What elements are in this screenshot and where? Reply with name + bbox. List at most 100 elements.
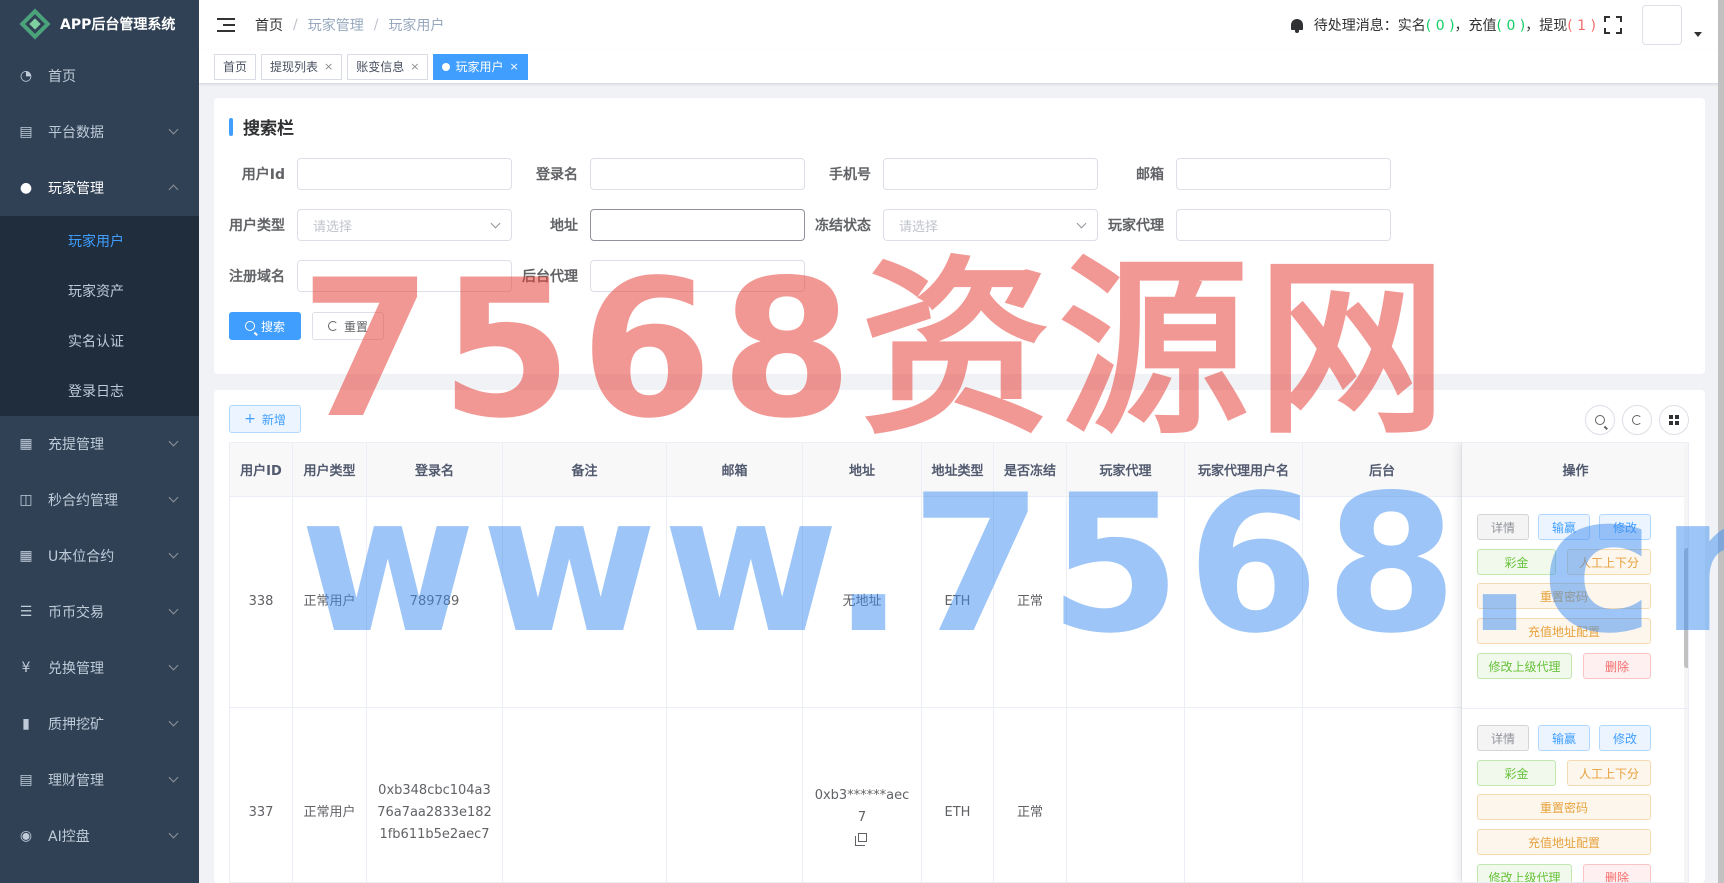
col-header-address-type[interactable]: 地址类型 xyxy=(922,443,994,497)
close-icon[interactable]: × xyxy=(324,55,333,79)
bonus-button[interactable]: 彩金 xyxy=(1477,549,1556,575)
sidebar-item-ai-control[interactable]: ◉ AI控盘 xyxy=(0,808,199,864)
caret-down-icon[interactable] xyxy=(1694,31,1702,37)
columns-button[interactable] xyxy=(1659,405,1689,435)
user-id-input[interactable] xyxy=(297,158,512,190)
phone-input[interactable] xyxy=(883,158,1098,190)
chevron-down-icon xyxy=(168,124,179,135)
detail-button[interactable]: 详情 xyxy=(1477,514,1529,540)
col-header-address[interactable]: 地址 xyxy=(803,443,922,497)
manual-adjust-button[interactable]: 人工上下分 xyxy=(1567,549,1651,575)
reg-domain-input[interactable] xyxy=(297,260,512,292)
refresh-table-button[interactable] xyxy=(1622,405,1652,435)
reset-password-button[interactable]: 重置密码 xyxy=(1477,794,1651,820)
delete-button[interactable]: 删除 xyxy=(1583,864,1651,882)
sidebar-item-spot-trading[interactable]: ☰ 币币交易 xyxy=(0,584,199,640)
login-name-input[interactable] xyxy=(590,158,805,190)
edit-button[interactable]: 修改 xyxy=(1599,514,1651,540)
add-button[interactable]: + 新增 xyxy=(229,405,301,433)
realname-count[interactable]: ( 0 ) xyxy=(1426,18,1455,34)
freeze-status-select[interactable]: 请选择 xyxy=(883,209,1098,241)
cell-value: 无地址 xyxy=(842,594,882,609)
table-scrollbar[interactable] xyxy=(1684,443,1688,882)
tab-withdraw-list[interactable]: 提现列表 × xyxy=(261,53,343,80)
user-icon: ● xyxy=(19,180,33,196)
col-header-player-agent[interactable]: 玩家代理 xyxy=(1067,443,1185,497)
sidebar-item-u-contract[interactable]: ▦ U本位合约 xyxy=(0,528,199,584)
reset-button[interactable]: 重置 xyxy=(312,312,384,340)
email-input[interactable] xyxy=(1176,158,1391,190)
chevron-down-icon xyxy=(168,436,179,447)
search-button[interactable]: 搜索 xyxy=(229,312,301,340)
notice-withdraw[interactable]: 提现 xyxy=(1539,18,1567,34)
bonus-button[interactable]: 彩金 xyxy=(1477,760,1556,786)
sidebar-item-label: 兑换管理 xyxy=(48,661,104,677)
sidebar-item-wealth[interactable]: ▤ 理财管理 xyxy=(0,752,199,808)
col-header-frozen[interactable]: 是否冻结 xyxy=(994,443,1067,497)
table-cell-user-id: 338 xyxy=(230,497,293,708)
sidebar-item-staking-mining[interactable]: ▮ 质押挖矿 xyxy=(0,696,199,752)
recharge-address-button[interactable]: 充值地址配置 xyxy=(1477,829,1651,855)
detail-button[interactable]: 详情 xyxy=(1477,725,1529,751)
app-logo[interactable]: APP后台管理系统 xyxy=(0,0,199,48)
col-header-player-agent-name[interactable]: 玩家代理用户名 xyxy=(1185,443,1303,497)
sidebar-item-platform-data[interactable]: ▤ 平台数据 xyxy=(0,104,199,160)
tab-account-change[interactable]: 账变信息 × xyxy=(347,53,429,80)
sidebar-item-home[interactable]: ◔ 首页 xyxy=(0,48,199,104)
address-input[interactable] xyxy=(590,209,805,241)
toggle-search-button[interactable] xyxy=(1585,405,1615,435)
notice-realname[interactable]: 实名 xyxy=(1398,18,1426,34)
manual-adjust-button[interactable]: 人工上下分 xyxy=(1567,760,1651,786)
breadcrumb-home[interactable]: 首页 xyxy=(255,15,283,35)
hamburger-icon[interactable] xyxy=(217,18,235,32)
backend-agent-input[interactable] xyxy=(590,260,805,292)
col-header-remark[interactable]: 备注 xyxy=(503,443,667,497)
recharge-count[interactable]: ( 0 ) xyxy=(1497,18,1526,34)
page-scrollbar[interactable] xyxy=(1718,0,1724,883)
player-table: 用户ID 用户类型 登录名 备注 邮箱 地址 地址类型 是否冻结 玩家代理 玩家代理用户名 后台 33… xyxy=(229,442,1689,883)
col-header-login-name[interactable]: 登录名 xyxy=(367,443,503,497)
withdraw-count[interactable]: ( 1 ) xyxy=(1567,18,1596,34)
edit-parent-agent-button[interactable]: 修改上级代理 xyxy=(1477,864,1572,882)
reset-password-button[interactable]: 重置密码 xyxy=(1477,583,1651,609)
sidebar-subitem-realname-auth[interactable]: 实名认证 xyxy=(0,316,199,366)
col-header-email[interactable]: 邮箱 xyxy=(667,443,803,497)
sidebar-item-second-contract[interactable]: ◫ 秒合约管理 xyxy=(0,472,199,528)
edit-button[interactable]: 修改 xyxy=(1599,725,1651,751)
tab-home[interactable]: 首页 xyxy=(214,53,257,80)
recharge-address-button[interactable]: 充值地址配置 xyxy=(1477,618,1651,644)
bell-icon xyxy=(1290,18,1304,33)
avatar[interactable] xyxy=(1642,5,1682,45)
col-header-backend[interactable]: 后台 xyxy=(1303,443,1462,497)
breadcrumb-player-users: 玩家用户 xyxy=(388,18,445,34)
user-type-select[interactable]: 请选择 xyxy=(297,209,512,241)
tab-player-users[interactable]: 玩家用户 × xyxy=(433,53,528,80)
win-lose-button[interactable]: 输赢 xyxy=(1538,514,1590,540)
sidebar-subitem-login-log[interactable]: 登录日志 xyxy=(0,366,199,416)
cell-value: 789789 xyxy=(409,594,460,609)
sidebar-item-label: 充提管理 xyxy=(48,437,104,453)
sidebar-item-recharge-withdraw[interactable]: ▦ 充提管理 xyxy=(0,416,199,472)
fullscreen-icon[interactable] xyxy=(1604,16,1622,34)
close-icon[interactable]: × xyxy=(410,55,419,79)
win-lose-button[interactable]: 输赢 xyxy=(1538,725,1590,751)
copy-icon[interactable] xyxy=(854,832,867,846)
sidebar-item-player-mgmt[interactable]: ● 玩家管理 xyxy=(0,160,199,216)
list-icon: ☰ xyxy=(19,604,33,620)
sidebar-item-exchange[interactable]: ¥ 兑换管理 xyxy=(0,640,199,696)
player-agent-input[interactable] xyxy=(1176,209,1391,241)
col-header-user-id[interactable]: 用户ID xyxy=(230,443,293,497)
cell-value: ETH xyxy=(944,805,971,820)
sidebar-subitem-player-users[interactable]: 玩家用户 xyxy=(0,216,199,266)
book-icon: ▤ xyxy=(19,124,33,140)
table-cell-player-agent xyxy=(1067,497,1185,708)
chevron-down-icon xyxy=(168,660,179,671)
close-icon[interactable]: × xyxy=(510,55,519,79)
notice-recharge[interactable]: 充值 xyxy=(1469,18,1497,34)
col-header-user-type[interactable]: 用户类型 xyxy=(293,443,367,497)
table-cell-user-type: 正常用户 xyxy=(293,708,367,882)
edit-parent-agent-button[interactable]: 修改上级代理 xyxy=(1477,653,1572,679)
delete-button[interactable]: 删除 xyxy=(1583,653,1651,679)
table-cell-address: 无地址 xyxy=(803,497,922,708)
sidebar-subitem-player-assets[interactable]: 玩家资产 xyxy=(0,266,199,316)
